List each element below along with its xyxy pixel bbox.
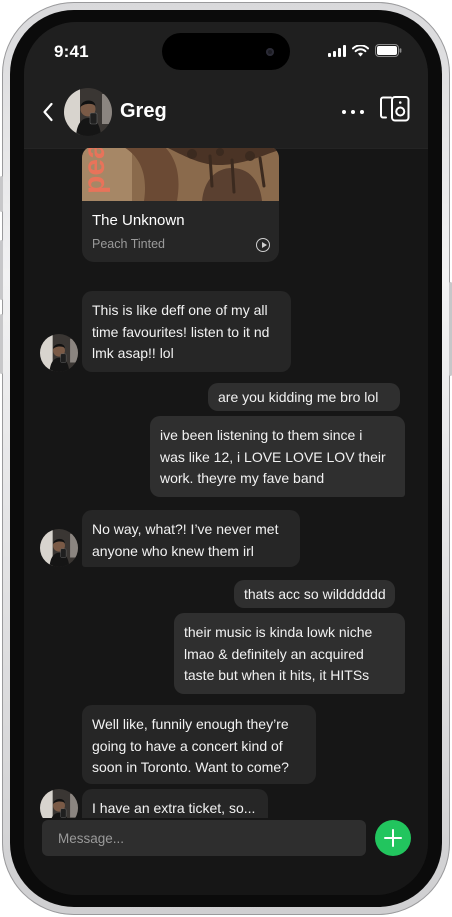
back-button[interactable]	[42, 102, 54, 127]
person-photo-icon	[64, 88, 112, 136]
dot-icon	[342, 110, 346, 114]
message-text: I have an extra ticket, so...	[92, 800, 256, 816]
message-text: Well like, funnily enough they’re	[92, 716, 289, 732]
message-text: soon in Toronto. Want to come?	[92, 759, 289, 775]
message-text: going to have a concert kind of	[92, 737, 283, 754]
message-text: No way, what?! I’ve never met	[92, 521, 279, 537]
message-list[interactable]: pea The Unknown Peach Tinted This is lik…	[24, 148, 428, 818]
album-cover-text: pea	[82, 148, 111, 194]
contact-avatar-small[interactable]	[40, 529, 78, 567]
message-text: are you kidding me bro lol	[218, 389, 379, 405]
album-art-image: pea	[82, 148, 279, 201]
message-text: lmao & definitely an acquired	[184, 645, 364, 662]
contact-avatar-small[interactable]	[40, 334, 78, 372]
screen: 9:41 Greg pe The Unknown Peach Tinted Th…	[24, 22, 428, 895]
message-text: taste but when it hits, it HITSs	[184, 667, 370, 683]
message-bubble-outgoing: their music is kinda lowk niche lmao & d…	[174, 613, 405, 694]
chat-header: Greg	[24, 80, 428, 149]
message-text: their music is kinda lowk niche	[184, 624, 373, 640]
message-text: was like 12, i LOVE LOVE LOV their	[160, 448, 386, 465]
contact-avatar-small[interactable]	[40, 789, 78, 818]
battery-icon	[375, 44, 402, 57]
message-composer	[24, 818, 428, 895]
person-photo-icon	[40, 334, 78, 372]
add-button[interactable]	[375, 820, 411, 856]
message-text: ive been listening to them since i	[160, 427, 363, 443]
album-cover: pea	[82, 148, 279, 201]
volume-down-button	[0, 314, 3, 374]
status-icons	[328, 44, 402, 57]
message-bubble-outgoing: thats acc so wildddddd	[234, 580, 395, 608]
person-photo-icon	[40, 789, 78, 818]
play-button[interactable]	[256, 238, 270, 252]
wifi-icon	[352, 44, 369, 56]
message-text: lmk asap!! lol	[92, 345, 174, 361]
message-bubble-incoming: I have an extra ticket, so...	[82, 789, 268, 818]
shared-track-card[interactable]: pea The Unknown Peach Tinted	[82, 148, 279, 262]
message-text: thats acc so wildddddd	[244, 586, 386, 602]
device-speaker-button[interactable]	[380, 96, 410, 127]
chevron-left-icon	[43, 102, 53, 122]
contact-avatar[interactable]	[64, 88, 112, 136]
person-photo-icon	[40, 529, 78, 567]
status-time: 9:41	[54, 42, 89, 61]
volume-up-button	[0, 240, 3, 300]
message-bubble-incoming: This is like deff one of my all time fav…	[82, 291, 291, 372]
message-text: work. theyre my fave band	[160, 470, 325, 486]
dynamic-island	[162, 33, 290, 70]
dot-icon	[360, 110, 364, 114]
message-bubble-incoming: No way, what?! I’ve never met anyone who…	[82, 510, 300, 567]
contact-name: Greg	[120, 100, 167, 122]
cellular-signal-icon	[328, 44, 346, 57]
front-camera	[266, 48, 274, 56]
action-button	[0, 176, 3, 212]
speaker-device-icon	[380, 96, 410, 122]
message-bubble-incoming: Well like, funnily enough they’re going …	[82, 705, 316, 784]
message-bubble-outgoing: are you kidding me bro lol	[208, 383, 400, 411]
dot-icon	[351, 110, 355, 114]
message-text: This is like deff one of my all	[92, 302, 268, 318]
track-title: The Unknown	[92, 212, 185, 229]
more-options-button[interactable]	[342, 110, 364, 114]
message-bubble-outgoing: ive been listening to them since i was l…	[150, 416, 405, 497]
status-bar: 9:41	[24, 22, 428, 80]
message-text: time favourites! listen to it nd	[92, 323, 270, 340]
message-text: anyone who knew them irl	[92, 542, 254, 559]
message-input[interactable]	[42, 820, 366, 856]
track-artist: Peach Tinted	[92, 237, 165, 251]
